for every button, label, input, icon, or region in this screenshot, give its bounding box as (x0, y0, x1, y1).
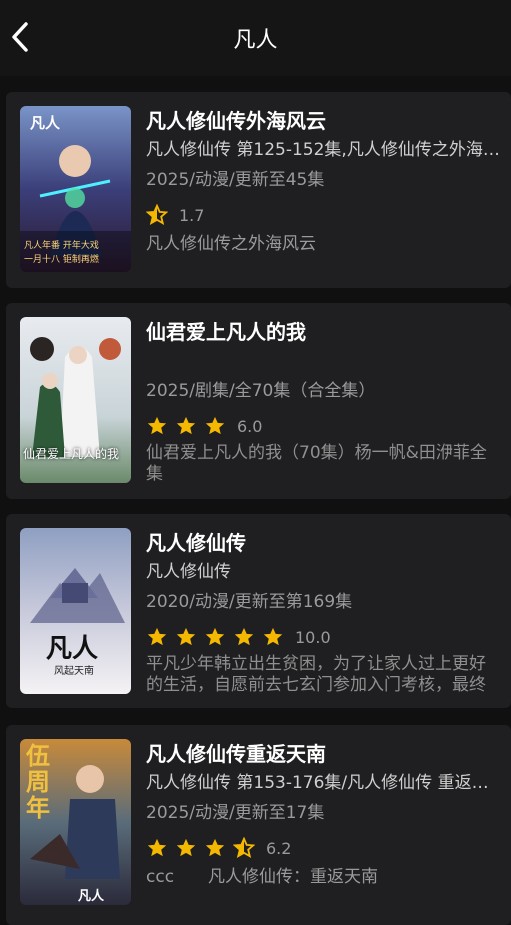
poster-title: 伍周年 (26, 741, 50, 822)
star-full-icon (147, 627, 167, 646)
poster-image[interactable]: 凡人 风起天南 (20, 528, 131, 694)
result-card[interactable]: 凡人 凡人年番 开年大戏 一月十八 钜制再燃 凡人修仙传外海风云 凡人修仙传 第… (6, 92, 511, 288)
result-title[interactable]: 凡人修仙传外海风云 (146, 104, 501, 138)
result-card[interactable]: 凡人 风起天南 凡人修仙传 凡人修仙传 2020/动漫/更新至第169集 10.… (6, 514, 511, 708)
rating-score: 10.0 (295, 627, 331, 647)
result-subtitle: 凡人修仙传 第125-152集,凡人修仙传之外海风云 (146, 140, 501, 160)
poster-title: 凡人 (46, 634, 99, 664)
result-description: 平凡少年韩立出生贫困，为了让家人过上更好的生活，自愿前去七玄门参加入门考核，最终 (146, 654, 486, 695)
result-card[interactable]: 仙君爱上凡人的我 仙君爱上凡人的我 2025/剧集/全70集（合全集） 6.0 … (6, 303, 511, 499)
star-full-icon (176, 838, 196, 857)
result-description: 仙君爱上凡人的我（70集）杨一帆&田洢菲全集 (146, 443, 487, 484)
star-full-icon (205, 416, 225, 435)
poster-tagline: 一月十八 钜制再燃 (24, 255, 99, 265)
star-full-icon (147, 416, 167, 435)
rating: 6.0 (146, 409, 501, 443)
result-description: ccc 凡人修仙传：重返天南 (146, 867, 379, 887)
poster-subtitle: 凡人 (78, 889, 105, 904)
star-full-icon (176, 627, 196, 646)
result-meta: 2025/动漫/更新至45集 (146, 170, 325, 190)
rating-score: 6.2 (266, 838, 292, 858)
poster-subtitle: 风起天南 (54, 666, 94, 677)
result-title[interactable]: 仙君爱上凡人的我 (146, 315, 501, 349)
star-full-icon (147, 838, 167, 857)
result-info: 凡人修仙传 凡人修仙传 2020/动漫/更新至第169集 10.0 平凡少年韩立… (146, 524, 501, 696)
result-meta: 2020/动漫/更新至第169集 (146, 592, 353, 612)
rating: 6.2 (146, 831, 501, 865)
result-subtitle: 凡人修仙传 第153-176集/凡人修仙传 重返天南 (146, 773, 501, 793)
result-subtitle (146, 349, 501, 379)
result-title[interactable]: 凡人修仙传重返天南 (146, 737, 501, 771)
result-meta: 2025/剧集/全70集（合全集） (146, 381, 376, 401)
page-title: 凡人 (233, 28, 278, 53)
star-full-icon (205, 838, 225, 857)
poster-image[interactable]: 伍周年 凡人 (20, 739, 131, 905)
poster-title: 凡人 (30, 114, 61, 132)
result-title[interactable]: 凡人修仙传 (146, 526, 501, 560)
rating-score: 6.0 (237, 416, 263, 436)
rating: 10.0 (146, 620, 501, 654)
result-info: 凡人修仙传重返天南 凡人修仙传 第153-176集/凡人修仙传 重返天南 202… (146, 735, 501, 895)
star-full-icon (176, 416, 196, 435)
star-half-icon (233, 837, 255, 859)
poster-title: 仙君爱上凡人的我 (23, 447, 120, 461)
poster-tagline: 凡人年番 开年大戏 (24, 241, 99, 251)
result-meta: 2025/动漫/更新至17集 (146, 803, 325, 823)
back-button[interactable] (0, 12, 40, 62)
star-full-icon (205, 627, 225, 646)
rating-score: 1.7 (179, 205, 205, 225)
rating: 1.7 (146, 198, 501, 232)
result-description: 凡人修仙传之外海风云 (146, 234, 316, 254)
result-info: 仙君爱上凡人的我 2025/剧集/全70集（合全集） 6.0 仙君爱上凡人的我（… (146, 313, 501, 485)
star-full-icon (263, 627, 283, 646)
result-subtitle: 凡人修仙传 (146, 562, 231, 582)
star-full-icon (234, 627, 254, 646)
poster-image[interactable]: 仙君爱上凡人的我 (20, 317, 131, 483)
result-card[interactable]: 伍周年 凡人 凡人修仙传重返天南 凡人修仙传 第153-176集/凡人修仙传 重… (6, 725, 511, 925)
chevron-left-icon (12, 22, 28, 52)
poster-image[interactable]: 凡人 凡人年番 开年大戏 一月十八 钜制再燃 (20, 106, 131, 272)
top-bar: 凡人 (0, 0, 511, 76)
star-half-icon (146, 204, 168, 226)
result-info: 凡人修仙传外海风云 凡人修仙传 第125-152集,凡人修仙传之外海风云 202… (146, 102, 501, 262)
